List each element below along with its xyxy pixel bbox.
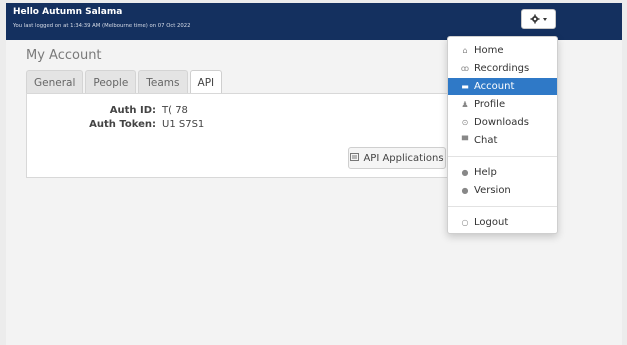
menu-divider [448,206,557,207]
page-title: My Account [26,48,102,63]
tab-people[interactable]: People [85,70,137,94]
menu-item-label: Chat [474,135,498,146]
help-icon: ● [461,168,469,177]
menu-item-downloads[interactable]: ⊙ Downloads [448,114,557,131]
api-panel: Auth ID: T( 78 Auth Token: U1 S7S1 API A… [26,93,460,178]
api-applications-button[interactable]: API Applications [348,147,446,169]
menu-item-label: Home [474,45,504,56]
briefcase-icon: ▬ [461,82,469,91]
info-icon: ● [461,186,469,195]
chevron-down-icon [543,17,547,21]
api-applications-label: API Applications [363,152,444,164]
list-icon [350,152,360,164]
account-tabs: General People Teams API [26,70,223,95]
chat-icon: ▀ [461,136,469,145]
auth-token-label: Auth Token: [89,119,156,130]
menu-item-version[interactable]: ● Version [448,182,557,199]
menu-item-recordings[interactable]: ꝏ Recordings [448,60,557,77]
download-icon: ⊙ [461,118,469,127]
menu-item-label: Version [474,185,511,196]
auth-token-value: U1 S7S1 [162,119,205,130]
menu-item-label: Profile [474,99,506,110]
gear-icon [530,14,540,24]
tab-general[interactable]: General [26,70,84,94]
menu-item-help[interactable]: ● Help [448,164,557,181]
app-frame: Hello Autumn Salama You last logged on a… [6,3,622,345]
top-header: Hello Autumn Salama You last logged on a… [6,3,622,40]
settings-menu-button[interactable] [521,9,556,29]
tab-teams[interactable]: Teams [138,70,188,94]
menu-item-label: Recordings [474,63,530,74]
user-icon: ♟ [461,100,469,109]
menu-item-label: Help [474,167,497,178]
power-icon: ○ [461,218,469,227]
voicemail-icon: ꝏ [460,64,470,73]
menu-item-account[interactable]: ▬ Account [448,78,557,95]
menu-item-label: Downloads [474,117,529,128]
last-login-info: You last logged on at 1:34:39 AM (Melbou… [13,23,191,29]
home-icon: ⌂ [462,46,468,55]
tab-api[interactable]: API [189,70,223,95]
auth-id-value: T( 78 [162,105,188,116]
menu-item-label: Account [474,81,515,92]
settings-dropdown-menu: ⌂ Home ꝏ Recordings ▬ Account ♟ Profile … [447,36,558,234]
menu-item-home[interactable]: ⌂ Home [448,42,557,59]
menu-item-label: Logout [474,217,509,228]
menu-item-chat[interactable]: ▀ Chat [448,132,557,149]
menu-item-logout[interactable]: ○ Logout [448,214,557,231]
menu-item-profile[interactable]: ♟ Profile [448,96,557,113]
auth-id-label: Auth ID: [109,105,156,116]
user-greeting: Hello Autumn Salama [13,7,123,17]
menu-divider [448,156,557,157]
